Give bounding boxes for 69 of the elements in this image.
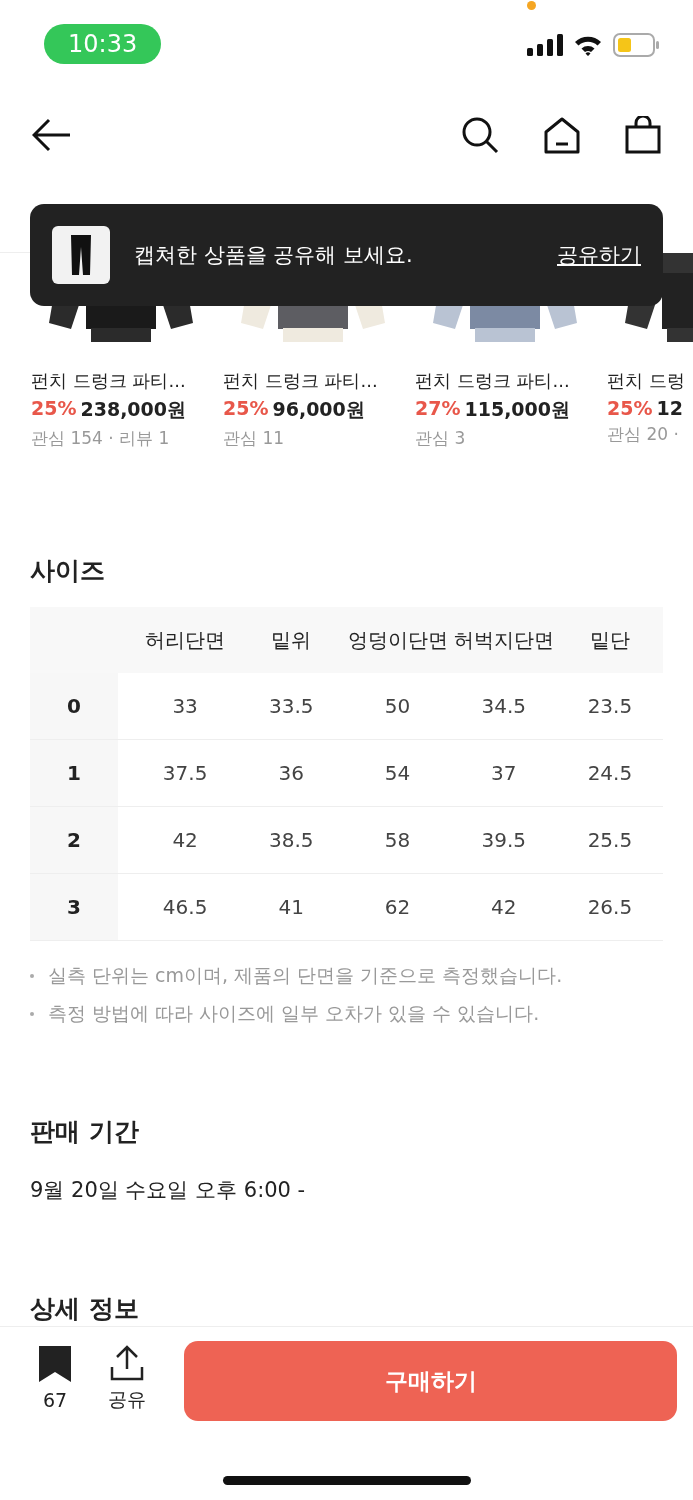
table-cell-text: 25.5 xyxy=(586,828,634,852)
table-cell-text: 24.5 xyxy=(586,761,634,785)
section-title: 상세 정보 xyxy=(29,1293,140,1325)
column-header: 밑위 xyxy=(270,626,313,654)
table-cell-text: 26.5 xyxy=(586,895,634,919)
discount-rate: 25% xyxy=(31,397,77,421)
product-price: 96,000원 xyxy=(272,397,365,422)
indicator-dot xyxy=(527,1,536,10)
section-title: 판매 기간 xyxy=(29,1116,140,1148)
discount-rate: 27% xyxy=(415,397,461,421)
sale-period: 9월 20일 수요일 오후 6:00 - xyxy=(29,1177,307,1204)
column-header: 허리단면 xyxy=(144,626,227,654)
share-label: 공유 xyxy=(108,1387,146,1412)
note-text: 실측 단위는 cm이며, 제품의 단면을 기준으로 측정했습니다. xyxy=(48,963,563,988)
table-cell-text: 38.5 xyxy=(268,828,315,852)
discount-rate: 25% xyxy=(223,397,269,421)
table-cell-text: 33.5 xyxy=(268,694,315,718)
note-text: 측정 방법에 따라 사이즈에 일부 오차가 있을 수 있습니다. xyxy=(48,1001,540,1026)
product-name[interactable]: 펀치 드렁 xyxy=(607,369,693,393)
share-link[interactable]: 공유하기 xyxy=(557,241,641,269)
table-cell-text: 39.5 xyxy=(480,828,527,852)
table-cell-text: 37.5 xyxy=(161,761,209,785)
table-cell-text: 36 xyxy=(277,761,306,785)
table-cell-text: 42 xyxy=(171,828,199,852)
bullet-icon xyxy=(30,1012,34,1016)
product-price: 238,000원 xyxy=(80,397,187,422)
product-name[interactable]: 펀치 드렁크 파티... xyxy=(223,369,401,393)
status-time: 10:33 xyxy=(44,24,162,64)
search-icon[interactable] xyxy=(461,116,499,154)
back-arrow-icon[interactable] xyxy=(32,118,72,152)
product-name[interactable]: 펀치 드렁크 파티... xyxy=(415,369,593,393)
shopping-bag-icon[interactable] xyxy=(625,116,661,154)
table-cell-text: 58 xyxy=(383,828,412,852)
discount-rate: 25% xyxy=(607,397,653,419)
product-stats: 관심 11 xyxy=(223,427,286,450)
share-icon[interactable] xyxy=(110,1345,144,1381)
table-cell-text: 23.5 xyxy=(586,694,634,718)
table-cell-text: 50 xyxy=(383,694,412,718)
size-label: 1 xyxy=(30,740,118,806)
section-title: 사이즈 xyxy=(29,555,106,587)
toast-message: 캡쳐한 상품을 공유해 보세요. xyxy=(134,242,414,269)
size-label: 0 xyxy=(30,673,118,739)
table-cell-text: 34.5 xyxy=(480,694,527,718)
bookmark-icon[interactable] xyxy=(38,1345,72,1383)
signal-icon xyxy=(527,34,563,56)
product-price: 12 xyxy=(656,397,683,419)
table-cell-text: 41 xyxy=(277,895,306,919)
product-name[interactable]: 펀치 드렁크 파티... xyxy=(31,369,209,393)
column-header: 엉덩이단면 xyxy=(346,626,449,654)
product-stats: 관심 20 · xyxy=(607,423,680,446)
product-stats: 관심 154 · 리뷰 1 xyxy=(31,427,171,450)
column-header: 허벅지단면 xyxy=(452,626,555,654)
table-cell-text: 37 xyxy=(490,761,518,785)
battery-icon xyxy=(613,33,659,57)
table-cell-text: 42 xyxy=(490,895,518,919)
table-cell-text: 62 xyxy=(383,895,412,919)
size-label: 2 xyxy=(30,807,118,873)
pants-icon xyxy=(69,233,93,277)
product-price: 115,000원 xyxy=(464,397,571,422)
wifi-icon xyxy=(573,34,603,56)
home-icon[interactable] xyxy=(543,116,581,154)
product-stats: 관심 3 xyxy=(415,427,467,450)
table-cell-text: 33 xyxy=(171,694,199,718)
bookmark-count: 67 xyxy=(42,1389,68,1411)
bullet-icon xyxy=(30,974,34,978)
table-cell-text: 46.5 xyxy=(161,895,209,919)
column-header: 밑단 xyxy=(588,626,631,654)
table-cell-text: 54 xyxy=(383,761,412,785)
size-label: 3 xyxy=(30,874,118,940)
